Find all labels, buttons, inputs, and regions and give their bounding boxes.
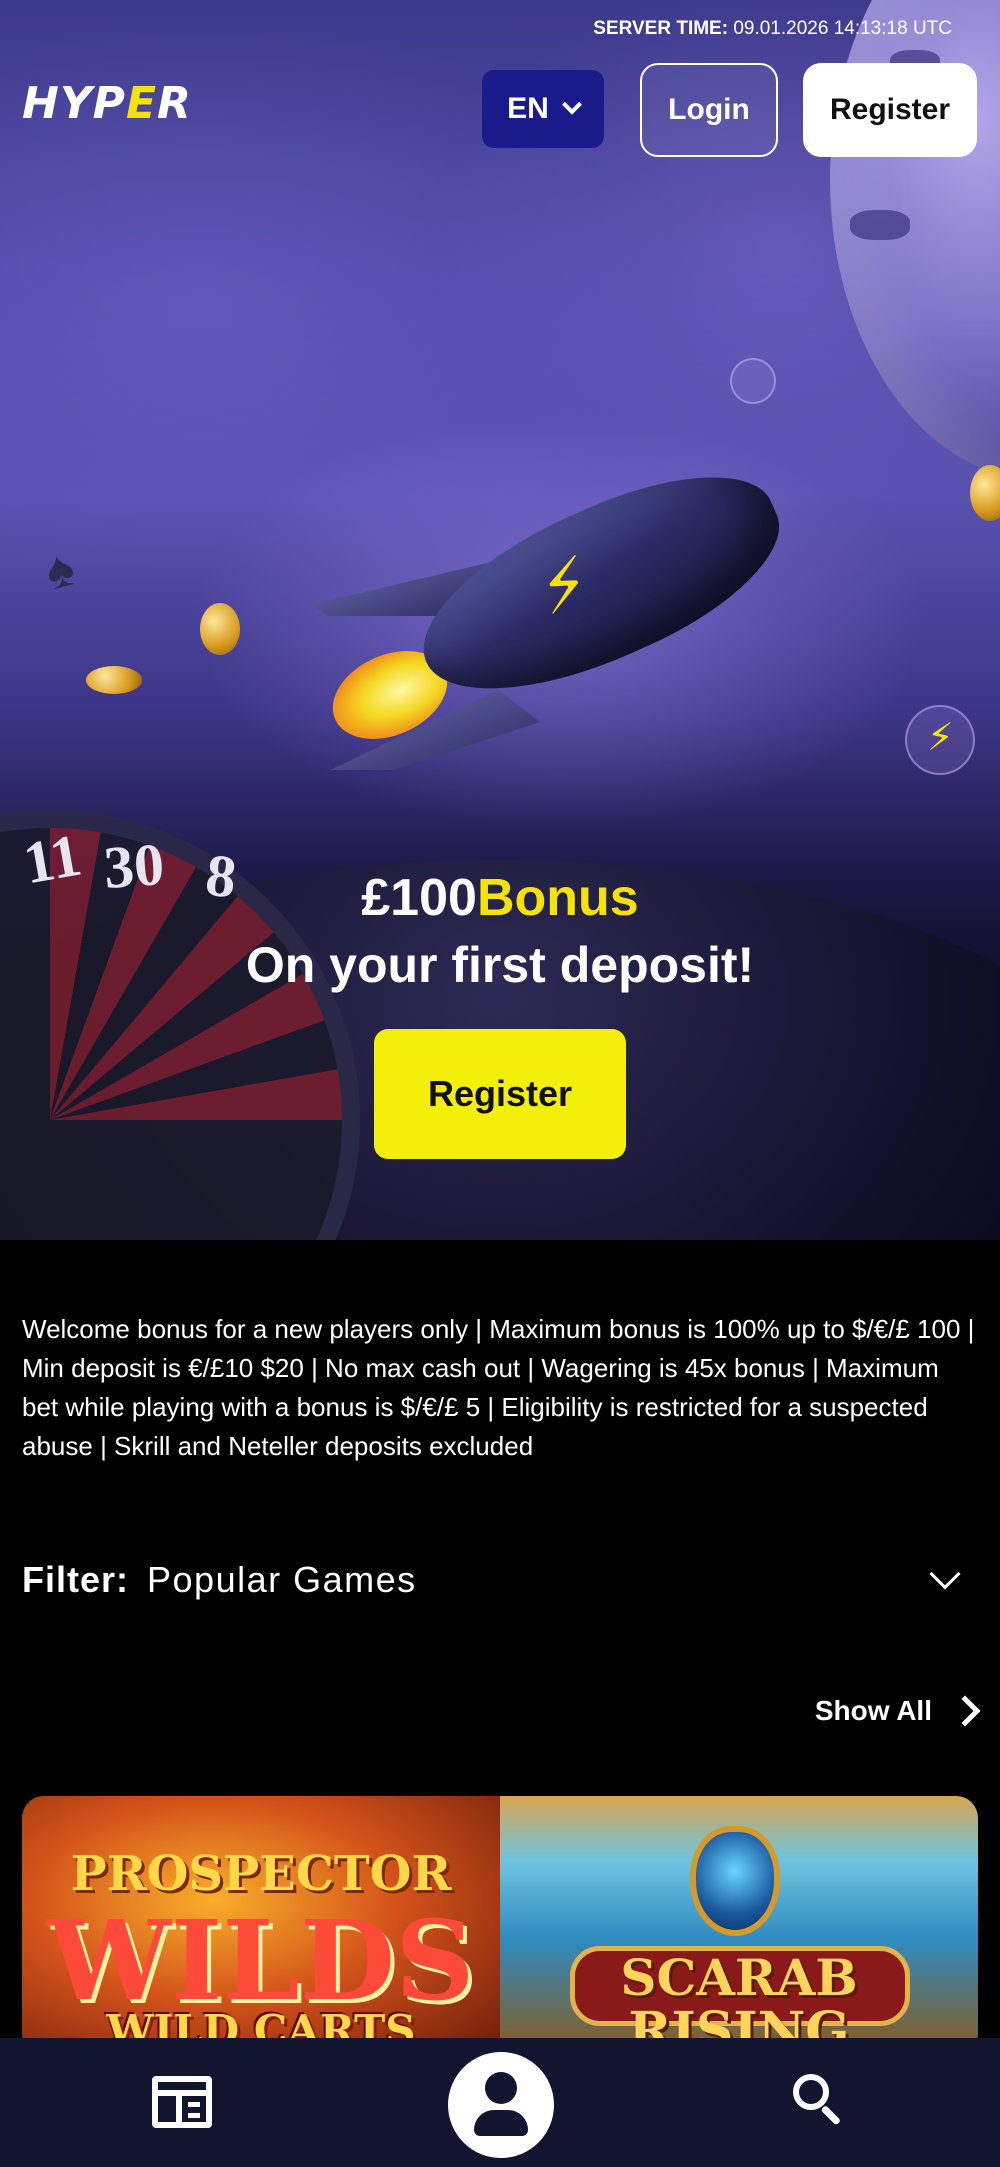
scarab-gem-icon — [690, 1826, 780, 1936]
language-select[interactable]: EN — [482, 70, 604, 148]
chevron-down-icon — [561, 94, 582, 115]
server-time-value: 09.01.2026 14:13:18 UTC — [733, 18, 952, 39]
logo-bolt: E — [125, 78, 157, 129]
server-time-label: SERVER TIME: — [593, 18, 729, 39]
coin-decoration — [200, 603, 240, 655]
games-filter[interactable]: Filter: Popular Games — [22, 1555, 978, 1605]
bonus-terms: Welcome bonus for a new players only | M… — [22, 1314, 975, 1461]
profile-icon — [485, 2072, 517, 2104]
chevron-right-icon — [949, 1695, 981, 1727]
promo-headline: £100Bonus — [0, 868, 1000, 928]
promo-amount: £100 — [361, 869, 477, 927]
bubble-decoration: ⚡ — [905, 705, 975, 775]
game-tile-prospector-wilds[interactable]: PROSPECTOR WILDS WILD CARTS — [22, 1796, 500, 2056]
promo-text: £100Bonus On your first deposit! — [0, 868, 1000, 994]
bubble-decoration — [730, 358, 776, 404]
promo-register-button[interactable]: Register — [374, 1029, 626, 1159]
register-button[interactable]: Register — [803, 63, 977, 157]
search-icon[interactable] — [793, 2074, 843, 2126]
chevron-down-icon — [929, 1558, 961, 1590]
server-time: SERVER TIME: 09.01.2026 14:13:18 UTC — [593, 18, 952, 40]
filter-label: Filter: — [22, 1559, 130, 1600]
filter-value: Popular Games — [147, 1559, 417, 1600]
show-all-label: Show All — [814, 1695, 932, 1726]
spade-icon: ♠ — [38, 538, 81, 602]
game-tile-scarab-rising[interactable]: SCARAB RISING — [500, 1796, 978, 2056]
language-label: EN — [507, 92, 549, 125]
login-button[interactable]: Login — [640, 63, 778, 157]
games-row: PROSPECTOR WILDS WILD CARTS SCARAB RISIN… — [22, 1796, 978, 2056]
promo-bonus-word: Bonus — [476, 869, 639, 927]
game-title: PROSPECTOR — [70, 1846, 452, 1902]
promo-subtitle: On your first deposit! — [245, 937, 755, 993]
show-all-link[interactable]: Show All — [814, 1695, 981, 1727]
coin-decoration — [970, 465, 1000, 521]
profile-button[interactable] — [448, 2052, 554, 2158]
brand-logo[interactable]: HYPER — [22, 78, 192, 129]
game-title: SCARAB — [620, 1948, 858, 2007]
news-icon[interactable] — [152, 2076, 212, 2128]
coin-decoration — [86, 666, 142, 694]
bottom-nav — [0, 2038, 1000, 2167]
